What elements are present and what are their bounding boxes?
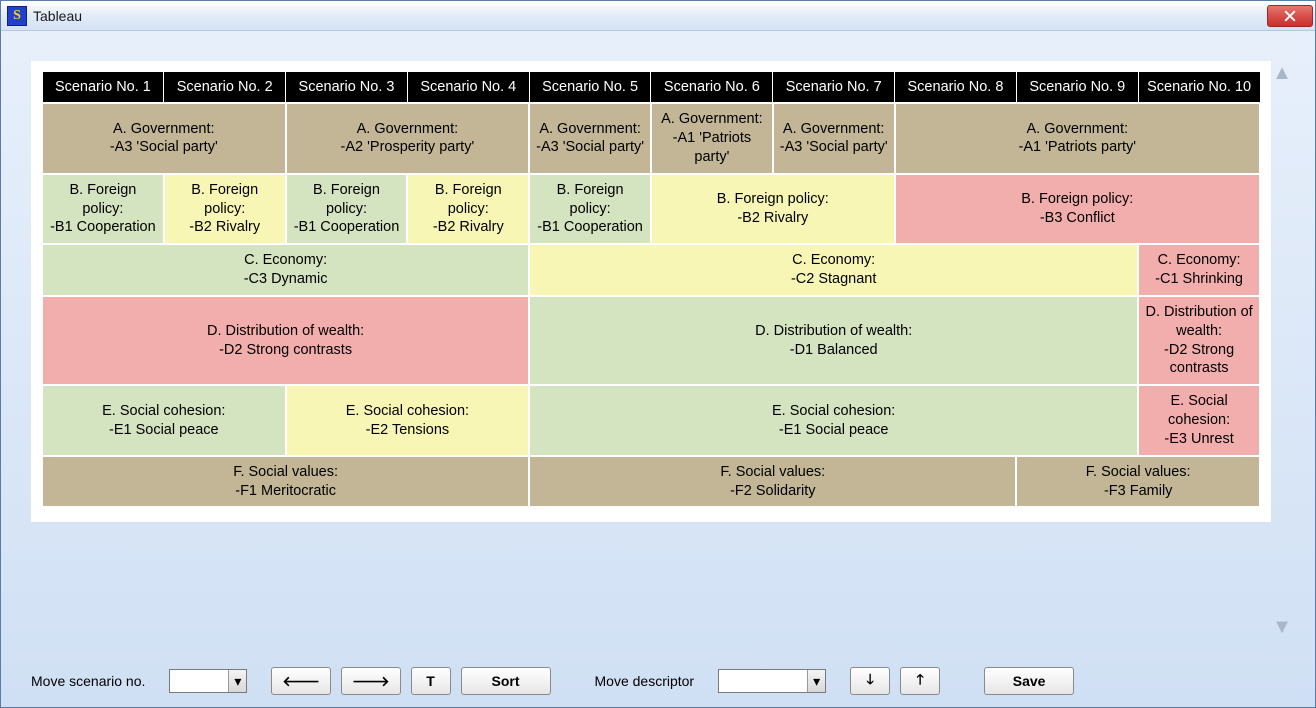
table-row: D. Distribution of wealth:-D2 Strong con… [42,296,1260,385]
table-header-row: Scenario No. 1Scenario No. 2Scenario No.… [42,72,1260,104]
table-cell[interactable]: B. Foreign policy:-B1 Cooperation [529,174,651,245]
table-panel: Scenario No. 1Scenario No. 2Scenario No.… [31,61,1271,522]
scenario-table: Scenario No. 1Scenario No. 2Scenario No.… [41,71,1261,508]
table-wrap: Scenario No. 1Scenario No. 2Scenario No.… [31,61,1309,657]
table-row: A. Government:-A3 'Social party'A. Gover… [42,103,1260,174]
table-cell[interactable]: E. Social cohesion:-E2 Tensions [286,385,530,456]
column-header[interactable]: Scenario No. 4 [407,72,529,104]
move-left-button[interactable]: 🡐 [271,667,331,695]
table-cell[interactable]: E. Social cohesion:-E1 Social peace [42,385,286,456]
window-title: Tableau [33,8,1267,24]
move-scenario-label: Move scenario no. [31,673,145,689]
move-up-button[interactable]: 🡑 [900,667,940,695]
table-cell[interactable]: B. Foreign policy:-B2 Rivalry [164,174,286,245]
table-cell[interactable]: A. Government:-A3 'Social party' [773,103,895,174]
app-icon: S [7,6,27,26]
close-icon [1284,10,1296,22]
table-cell[interactable]: C. Economy:-C3 Dynamic [42,244,529,296]
table-cell[interactable]: A. Government:-A1 'Patriots party' [895,103,1260,174]
table-cell[interactable]: C. Economy:-C1 Shrinking [1138,244,1260,296]
table-body: A. Government:-A3 'Social party'A. Gover… [42,103,1260,507]
save-button[interactable]: Save [984,667,1074,695]
t-button[interactable]: T [411,667,451,695]
table-cell[interactable]: F. Social values:-F2 Solidarity [529,456,1016,508]
table-row: C. Economy:-C3 DynamicC. Economy:-C2 Sta… [42,244,1260,296]
table-cell[interactable]: A. Government:-A3 'Social party' [529,103,651,174]
scenario-combo[interactable]: ▾ [169,669,247,693]
content-area: Scenario No. 1Scenario No. 2Scenario No.… [1,31,1315,707]
table-cell[interactable]: D. Distribution of wealth:-D2 Strong con… [42,296,529,385]
scenario-input[interactable] [170,670,228,692]
table-cell[interactable]: A. Government:-A1 'Patriots party' [651,103,773,174]
column-header[interactable]: Scenario No. 6 [651,72,773,104]
column-header[interactable]: Scenario No. 10 [1138,72,1260,104]
descriptor-input[interactable] [719,670,807,692]
table-cell[interactable]: B. Foreign policy:-B2 Rivalry [407,174,529,245]
scroll-up-icon[interactable]: ▲ [1272,63,1292,83]
table-cell[interactable]: B. Foreign policy:-B1 Cooperation [286,174,408,245]
column-header[interactable]: Scenario No. 7 [773,72,895,104]
column-header[interactable]: Scenario No. 2 [164,72,286,104]
table-cell[interactable]: A. Government:-A3 'Social party' [42,103,286,174]
column-header[interactable]: Scenario No. 1 [42,72,164,104]
close-button[interactable] [1267,5,1313,27]
table-cell[interactable]: B. Foreign policy:-B1 Cooperation [42,174,164,245]
column-header[interactable]: Scenario No. 3 [286,72,408,104]
move-right-button[interactable]: 🡒 [341,667,401,695]
table-cell[interactable]: F. Social values:-F3 Family [1016,456,1260,508]
table-cell[interactable]: B. Foreign policy:-B2 Rivalry [651,174,895,245]
scroll-down-icon[interactable]: ▼ [1272,617,1292,637]
table-cell[interactable]: E. Social cohesion:-E3 Unrest [1138,385,1260,456]
table-cell[interactable]: F. Social values:-F1 Meritocratic [42,456,529,508]
table-row: F. Social values:-F1 MeritocraticF. Soci… [42,456,1260,508]
move-descriptor-label: Move descriptor [595,673,695,689]
column-header[interactable]: Scenario No. 8 [895,72,1017,104]
move-down-button[interactable]: 🡓 [850,667,890,695]
chevron-down-icon[interactable]: ▾ [228,670,246,692]
table-cell[interactable]: E. Social cohesion:-E1 Social peace [529,385,1138,456]
table-cell[interactable]: B. Foreign policy:-B3 Conflict [895,174,1260,245]
column-header[interactable]: Scenario No. 9 [1016,72,1138,104]
table-cell[interactable]: D. Distribution of wealth:-D2 Strong con… [1138,296,1260,385]
titlebar: S Tableau [1,1,1315,31]
chevron-down-icon[interactable]: ▾ [807,670,825,692]
toolbar: Move scenario no. ▾ 🡐 🡒 T Sort Move desc… [31,657,1309,699]
table-cell[interactable]: D. Distribution of wealth:-D1 Balanced [529,296,1138,385]
scrollbar: ▲ ▼ [1271,61,1293,657]
descriptor-combo[interactable]: ▾ [718,669,826,693]
table-cell[interactable]: C. Economy:-C2 Stagnant [529,244,1138,296]
table-row: E. Social cohesion:-E1 Social peaceE. So… [42,385,1260,456]
table-row: B. Foreign policy:-B1 CooperationB. Fore… [42,174,1260,245]
sort-button[interactable]: Sort [461,667,551,695]
table-cell[interactable]: A. Government:-A2 'Prosperity party' [286,103,530,174]
column-header[interactable]: Scenario No. 5 [529,72,651,104]
app-window: S Tableau Scenario No. 1Scenario No. 2Sc… [0,0,1316,708]
